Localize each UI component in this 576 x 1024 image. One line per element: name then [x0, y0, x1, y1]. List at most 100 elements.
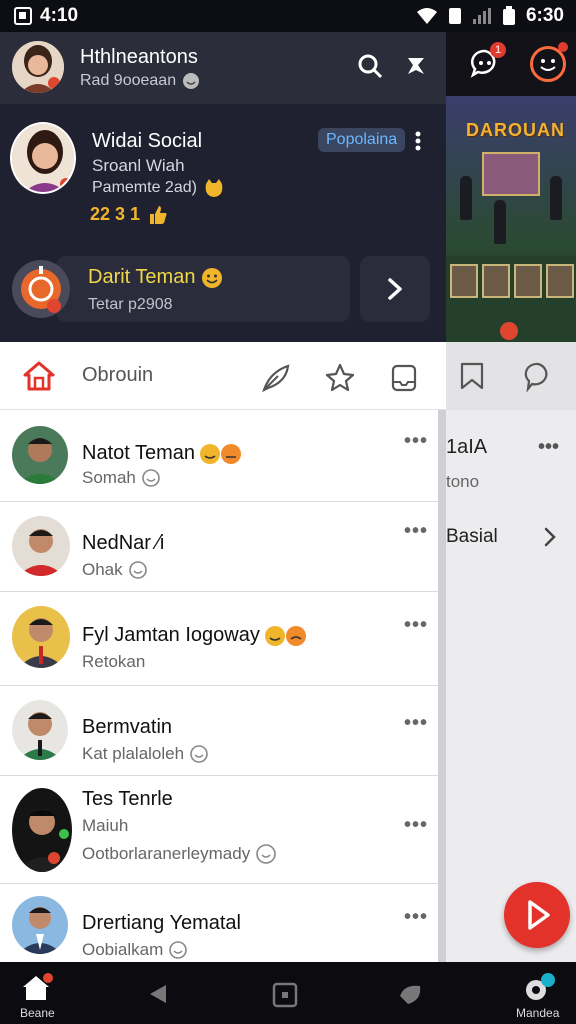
- game-player: [460, 176, 472, 220]
- signal-icon: [472, 8, 491, 24]
- profile-line1: Sroanl Wiah: [92, 156, 185, 175]
- profile-stats: 22 3 1: [90, 204, 168, 225]
- profile-avatar[interactable]: [10, 122, 76, 194]
- right-list-chevron[interactable]: [542, 526, 558, 548]
- chat-message: Oobialkam: [82, 940, 188, 960]
- right-tabs: [446, 342, 576, 410]
- chat-avatar: [12, 516, 70, 576]
- invite-subtitle: Tetar p2908: [88, 296, 173, 313]
- chat-row[interactable]: Natot Teman Somah •••: [0, 410, 438, 502]
- smile-icon: [190, 745, 208, 763]
- chat-row[interactable]: Tes Tenrle Maiuh Ootborlaranerleymady ••…: [0, 776, 438, 884]
- game-player: [494, 200, 506, 244]
- chat-more-button[interactable]: •••: [404, 712, 428, 735]
- battery-icon: [502, 6, 515, 25]
- user-avatar[interactable]: [12, 41, 64, 93]
- square-icon: [272, 982, 298, 1008]
- smile-icon: [128, 561, 147, 579]
- chat-list: Natot Teman Somah ••• NedNar ⁄i Ohak •••…: [0, 410, 438, 962]
- chat-message: Kat plalaloleh: [82, 744, 208, 764]
- chat-name-text: Natot Teman: [82, 442, 196, 464]
- chat-message-extra-text: Ootborlaranerleymady: [82, 844, 251, 863]
- chat-name-text: Bermvatin: [82, 716, 173, 738]
- right-list-more-button[interactable]: •••: [538, 436, 559, 459]
- invite-next-button[interactable]: [360, 256, 430, 322]
- chat-row[interactable]: Fyl Jamtan Iogoway Retokan •••: [0, 592, 438, 686]
- face-icon: [540, 59, 556, 71]
- search-button[interactable]: [356, 52, 384, 80]
- pin-button[interactable]: [402, 52, 430, 80]
- status-bar: 4:10 6:30: [0, 0, 576, 32]
- notification-icon: [14, 7, 32, 25]
- chat-avatar: [12, 606, 70, 668]
- profile-more-button[interactable]: [414, 130, 422, 152]
- chat-name: Fyl Jamtan Iogoway: [82, 624, 308, 647]
- invite-icon-wrap: [12, 260, 70, 318]
- tab-home[interactable]: [22, 360, 56, 392]
- tab-bookmark[interactable]: [456, 360, 488, 392]
- game-banner[interactable]: DAROUAN: [446, 96, 576, 342]
- wifi-icon: [416, 8, 437, 24]
- search-icon: [358, 54, 383, 79]
- nav-home-label: Beane: [20, 1006, 55, 1020]
- chat-more-button[interactable]: •••: [404, 430, 428, 453]
- chat-row[interactable]: Bermvatin Kat plalaloleh •••: [0, 686, 438, 776]
- star-icon: [325, 363, 355, 392]
- comment-icon: [524, 362, 548, 392]
- chat-name-text: Fyl Jamtan Iogoway: [82, 624, 260, 646]
- tab-inbox[interactable]: [388, 362, 420, 394]
- profile-card: Widai Social Sroanl Wiah Pamemte 2ad) 22…: [0, 104, 446, 342]
- nav-monitor[interactable]: [522, 972, 556, 1004]
- chat-avatar: [12, 788, 72, 872]
- game-card: [514, 264, 542, 298]
- chat-message: Ohak: [82, 560, 147, 580]
- profile-line2: Pamemte 2ad): [92, 178, 225, 198]
- bookmark-icon: [460, 362, 484, 390]
- more-vertical-icon: [415, 131, 421, 151]
- nav-monitor-label: Mandea: [516, 1006, 560, 1020]
- invite-box: Darit Teman Tetar p2908: [56, 256, 350, 322]
- profile-stats-text: 22 3 1: [90, 204, 141, 224]
- nav-home[interactable]: [20, 972, 54, 1004]
- tab-star[interactable]: [324, 362, 356, 394]
- chat-row[interactable]: Drertiang Yematal Oobialkam •••: [0, 884, 438, 962]
- right-list-item[interactable]: Basial: [446, 526, 498, 548]
- right-list-subtitle: tono: [446, 472, 480, 491]
- target-icon: [21, 266, 61, 313]
- cat-emoji-icon: [205, 179, 223, 197]
- chat-name-text: NedNar ⁄i: [82, 532, 165, 554]
- chat-message: Somah: [82, 468, 160, 488]
- chat-more-button[interactable]: •••: [404, 814, 428, 837]
- nav-back-button[interactable]: [146, 982, 170, 1006]
- chat-more-button[interactable]: •••: [404, 906, 428, 929]
- smile-icon: [183, 73, 200, 89]
- nav-recent-button[interactable]: [398, 982, 424, 1006]
- chat-message: Retokan: [82, 652, 145, 672]
- thumbs-up-icon: [150, 205, 167, 224]
- smile-emoji-icon: [202, 267, 223, 288]
- tab-feather[interactable]: [260, 362, 292, 394]
- profile-tag[interactable]: Popolaina: [318, 128, 406, 152]
- battery-time: 6:30: [525, 5, 564, 26]
- chat-message: Maiuh: [82, 816, 128, 836]
- chat-name: NedNar ⁄i: [82, 532, 164, 555]
- invite-friends-row[interactable]: Darit Teman Tetar p2908: [12, 256, 350, 322]
- invite-title-text: Darit Teman: [88, 266, 196, 288]
- chat-message-extra: Ootborlaranerleymady: [82, 844, 277, 864]
- right-list: 1aIA tono ••• Basial: [446, 410, 576, 962]
- invite-title: Darit Teman: [88, 266, 223, 289]
- feather-icon: [262, 364, 290, 393]
- tab-active-label[interactable]: Obrouin: [82, 364, 153, 387]
- chat-more-button[interactable]: •••: [404, 520, 428, 543]
- tab-bar: Obrouin: [0, 342, 446, 410]
- play-fab-button[interactable]: [504, 882, 570, 948]
- chat-more-button[interactable]: •••: [404, 614, 428, 637]
- tab-comment[interactable]: [522, 360, 554, 392]
- chat-message-text: Kat plalaloleh: [82, 744, 185, 763]
- emoji-icon: [264, 625, 306, 646]
- chat-row[interactable]: NedNar ⁄i Ohak •••: [0, 502, 438, 592]
- chevron-right-icon: [388, 278, 402, 300]
- back-triangle-icon: [150, 985, 166, 1003]
- nav-overview-button[interactable]: [272, 982, 298, 1008]
- emoji-badge: [558, 42, 568, 52]
